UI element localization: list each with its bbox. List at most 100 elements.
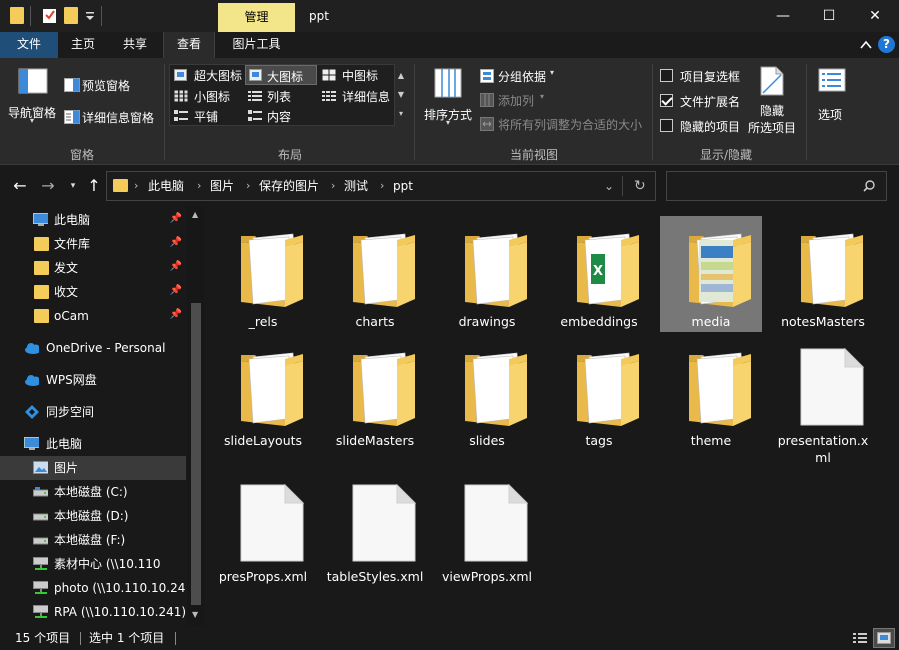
tab-view[interactable]: 查看 [163,32,215,58]
maximize-button[interactable]: ☐ [806,0,852,32]
scroll-down-icon[interactable]: ▼ [192,610,198,619]
folder-item[interactable]: notesMasters [772,216,874,332]
nav-pane-button[interactable]: 导航窗格 ▾ [4,64,60,128]
hidden-items-checkbox[interactable] [660,119,673,132]
recent-locations-icon[interactable]: ▾ [66,176,80,196]
group-by-button[interactable]: 分组依据 ▾ [478,66,568,86]
nav-item-sync[interactable]: 同步空间 [0,400,186,424]
folder-item[interactable]: X embeddings [548,216,650,332]
nav-item-drive-c[interactable]: 本地磁盘 (C:) [0,480,186,504]
close-button[interactable]: ✕ [852,0,898,32]
tab-file[interactable]: 文件 [0,32,58,58]
nav-item-outgoing[interactable]: 发文 📌 [0,256,186,280]
breadcrumb-separator-icon[interactable]: › [331,172,335,200]
nav-item-pictures[interactable]: 图片 [0,456,186,480]
collapse-ribbon-icon[interactable] [860,39,872,51]
folder-item[interactable]: slides [436,335,538,451]
address-bar[interactable]: › 此电脑 › 图片 › 保存的图片 › 测试 › ppt ⌄ ↻ [106,171,656,201]
nav-scrollbar-thumb[interactable] [191,303,201,605]
size-all-columns-button[interactable]: 将所有列调整为合适的大小 [478,114,648,134]
view-content[interactable]: 内容 [246,107,318,125]
search-icon[interactable] [863,180,875,192]
breadcrumb-test[interactable]: 测试 [344,172,368,200]
pin-icon[interactable]: 📌 [170,285,182,296]
hide-selected-items-button[interactable]: 隐藏 所选项目 [744,64,800,140]
tab-share[interactable]: 共享 [110,32,160,58]
view-list[interactable]: 列表 [246,87,318,105]
nav-item-wps[interactable]: WPS网盘 [0,368,186,392]
folder-item[interactable]: slideMasters [324,335,426,451]
forward-arrow-icon[interactable]: → [38,176,58,196]
customize-quick-access-icon[interactable] [85,11,95,21]
folder-icon [113,179,128,192]
tab-home[interactable]: 主页 [58,32,108,58]
pin-icon[interactable]: 📌 [170,237,182,248]
breadcrumb-separator-icon[interactable]: › [197,172,201,200]
up-arrow-icon[interactable]: ↑ [84,176,104,196]
pin-icon[interactable]: 📌 [170,261,182,272]
nav-item-library[interactable]: 文件库 📌 [0,232,186,256]
nav-item-network-material[interactable]: 素材中心 (\\10.110.10.24 [0,552,186,576]
back-arrow-icon[interactable]: ← [10,176,30,196]
item-checkboxes-toggle[interactable]: 项目复选框 [658,66,756,86]
large-icons-view-toggle[interactable] [873,628,895,648]
pin-icon[interactable]: 📌 [170,309,182,320]
view-medium-icons[interactable]: 中图标 [320,66,392,84]
minimize-button[interactable]: — [760,0,806,32]
details-pane-button[interactable]: 详细信息窗格 [62,106,162,128]
folder-item[interactable]: slideLayouts [212,335,314,451]
help-icon[interactable]: ? [878,36,895,53]
view-small-icons[interactable]: 小图标 [172,87,244,105]
preview-pane-button[interactable]: 预览窗格 [62,74,162,96]
nav-item-this-pc[interactable]: 此电脑 [0,432,186,456]
breadcrumb-separator-icon[interactable]: › [246,172,250,200]
item-checkboxes-checkbox[interactable] [660,69,673,82]
nav-item-this-pc-pinned[interactable]: 此电脑 📌 [0,208,186,232]
breadcrumb-separator-icon[interactable]: › [134,172,138,200]
refresh-icon[interactable]: ↻ [634,172,646,200]
manage-context-tab[interactable]: 管理 [218,3,295,32]
file-extensions-checkbox[interactable] [660,94,673,107]
add-columns-button[interactable]: 添加列 ▾ [478,90,568,110]
view-large-icons[interactable]: 大图标 [245,65,317,85]
file-item[interactable]: tableStyles.xml [324,471,426,587]
nav-item-onedrive[interactable]: OneDrive - Personal [0,336,186,360]
breadcrumb-ppt[interactable]: ppt [393,172,413,200]
folder-item[interactable]: charts [324,216,426,332]
options-button[interactable]: 选项 [812,64,852,128]
pin-icon[interactable]: 📌 [170,213,182,224]
breadcrumb-saved-pictures[interactable]: 保存的图片 [259,172,319,200]
file-item[interactable]: presProps.xml [212,471,314,587]
view-details[interactable]: 详细信息 [320,87,394,105]
folder-item[interactable]: _rels [212,216,314,332]
nav-item-network-photo[interactable]: photo (\\10.110.10.241) [0,576,186,600]
search-box[interactable] [666,171,887,201]
nav-item-ocam[interactable]: oCam 📌 [0,304,186,328]
breadcrumb-this-pc[interactable]: 此电脑 [148,172,184,200]
file-item[interactable]: presentation.xml [772,335,874,465]
file-item[interactable]: viewProps.xml [436,471,538,587]
folder-item[interactable]: tags [548,335,650,451]
address-history-icon[interactable]: ⌄ [604,172,614,200]
view-extra-large-icons[interactable]: 超大图标 [172,66,244,84]
view-tiles[interactable]: 平铺 [172,107,244,125]
details-view-toggle-icon[interactable] [852,631,868,645]
folder-item[interactable]: drawings [436,216,538,332]
breadcrumb-separator-icon[interactable]: › [380,172,384,200]
layout-gallery-scroll[interactable]: ▲ ▼ ▾ [396,66,406,124]
nav-item-drive-d[interactable]: 本地磁盘 (D:) [0,504,186,528]
nav-item-incoming[interactable]: 收文 📌 [0,280,186,304]
file-extensions-toggle[interactable]: 文件扩展名 [658,91,756,111]
nav-item-network-rpa[interactable]: RPA (\\10.110.10.241) ( [0,600,186,624]
hidden-items-toggle[interactable]: 隐藏的项目 [658,116,756,136]
properties-icon[interactable] [42,7,58,24]
tab-picture-tools[interactable]: 图片工具 [218,32,295,58]
breadcrumb-pictures[interactable]: 图片 [210,172,234,200]
sort-by-button[interactable]: 排序方式 ▾ [420,64,476,128]
new-folder-icon[interactable] [64,7,78,24]
folder-item[interactable]: theme [660,335,762,451]
folder-item[interactable]: media [660,216,762,332]
scroll-up-icon[interactable]: ▲ [192,210,198,219]
search-input[interactable] [671,175,851,197]
nav-item-drive-f[interactable]: 本地磁盘 (F:) [0,528,186,552]
